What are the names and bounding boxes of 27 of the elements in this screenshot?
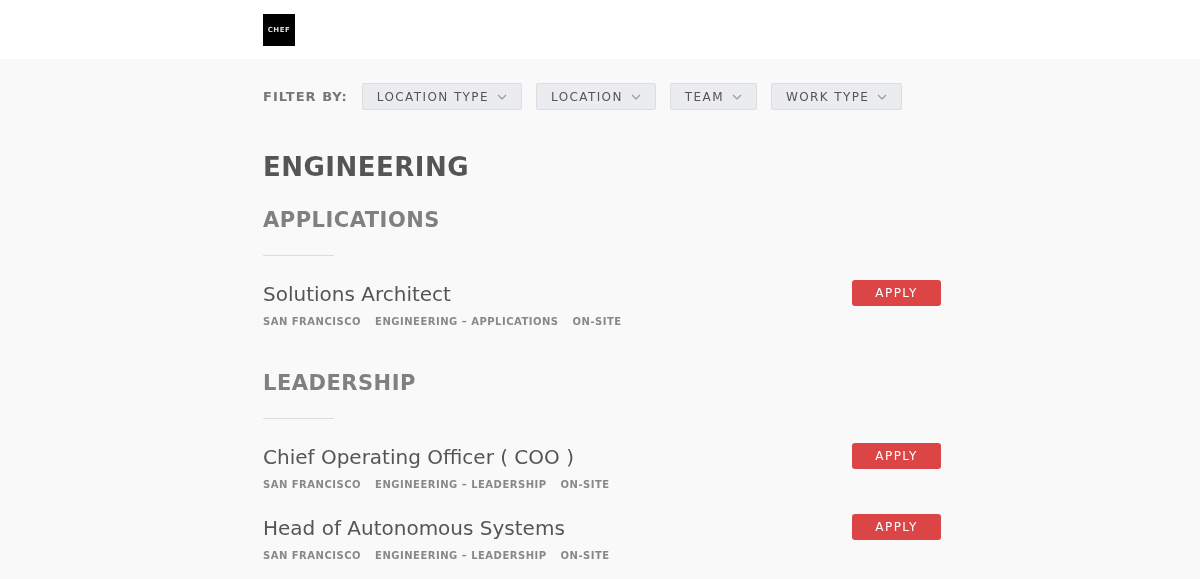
job-title[interactable]: Solutions Architect <box>263 282 622 306</box>
apply-button[interactable]: APPLY <box>852 514 941 540</box>
apply-button[interactable]: APPLY <box>852 280 941 306</box>
job-title[interactable]: Chief Operating Officer ( COO ) <box>263 445 610 469</box>
team-heading: APPLICATIONS <box>263 208 441 232</box>
job-tag: SAN FRANCISCO <box>263 316 362 327</box>
job-tag: ENGINEERING – LEADERSHIP <box>375 479 547 490</box>
department-heading: ENGINEERING <box>263 152 471 182</box>
filter-dropdown[interactable]: LOCATION TYPE <box>361 83 522 110</box>
job-tag: SAN FRANCISCO <box>263 550 362 561</box>
job-tag: ENGINEERING – LEADERSHIP <box>375 550 547 561</box>
job-tag: SAN FRANCISCO <box>263 479 362 490</box>
filter-dropdown[interactable]: WORK TYPE <box>770 83 903 110</box>
job-tag: ON-SITE <box>560 479 610 490</box>
chevron-down-icon <box>731 93 742 100</box>
chevron-down-icon <box>630 93 641 100</box>
job-title[interactable]: Head of Autonomous Systems <box>263 516 610 540</box>
job-tag: ENGINEERING – APPLICATIONS <box>375 316 559 327</box>
job-tag: ON-SITE <box>560 550 610 561</box>
filter-label: FILTER BY: <box>263 89 348 104</box>
chevron-down-icon <box>497 93 507 100</box>
filter-dropdown[interactable]: LOCATION <box>536 83 656 110</box>
apply-button[interactable]: APPLY <box>852 443 941 469</box>
team-heading: LEADERSHIP <box>263 371 417 395</box>
job-tag: ON-SITE <box>572 316 622 327</box>
filter-dropdown[interactable]: TEAM <box>669 83 757 110</box>
chevron-down-icon <box>877 93 888 100</box>
